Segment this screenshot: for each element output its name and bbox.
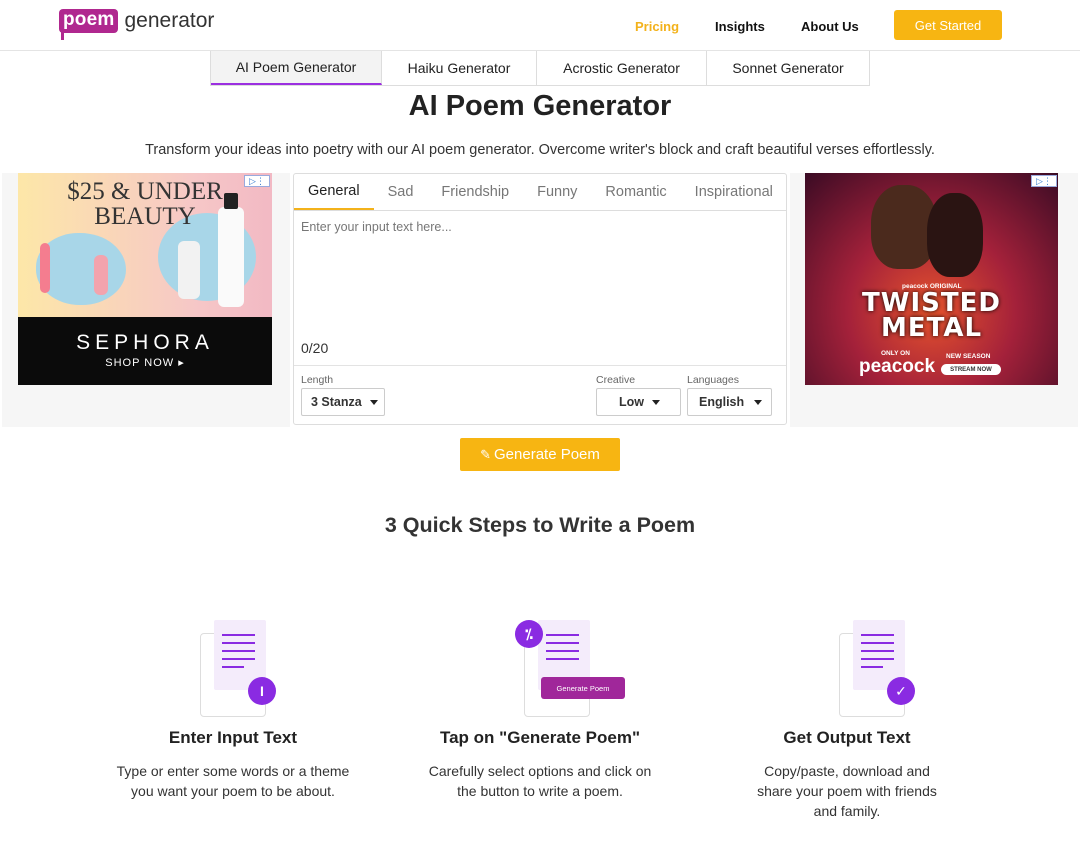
caret-down-icon <box>652 399 660 405</box>
tab-haiku-generator[interactable]: Haiku Generator <box>382 51 537 85</box>
ad-network: peacock <box>859 356 936 377</box>
tab-sonnet-generator[interactable]: Sonnet Generator <box>707 51 869 85</box>
doc-line <box>546 650 579 652</box>
logo-badge: poem <box>59 9 119 40</box>
doc-line <box>222 658 255 660</box>
generate-pill: Generate Poem <box>541 677 625 699</box>
wand-badge-icon: ⁒ <box>515 620 543 648</box>
step-title: Get Output Text <box>783 728 911 747</box>
poem-editor: General Sad Friendship Funny Romantic In… <box>293 173 787 425</box>
doc-line <box>222 634 255 636</box>
doc-line <box>222 642 255 644</box>
sephora-ad[interactable]: $25 & UNDER BEAUTY SEPHORA SHOP NOW ▸ ▷⋮ <box>18 173 272 385</box>
ad-brand-bar: SEPHORA SHOP NOW ▸ <box>18 317 272 385</box>
page-subtitle: Transform your ideas into poetry with ou… <box>145 142 935 158</box>
doc-line <box>861 666 883 668</box>
caret-down-icon <box>754 399 763 405</box>
caret-down-icon <box>369 399 378 405</box>
check-sparkle-icon: ✓ <box>787 620 915 717</box>
site-logo[interactable]: poem generator <box>59 9 215 40</box>
doc-line <box>861 650 894 652</box>
poem-input[interactable]: Enter your input text here... <box>301 220 452 234</box>
doc-line <box>222 650 255 652</box>
peacock-ad[interactable]: peacock ORIGINAL TWISTED METAL ONLY ON N… <box>805 173 1058 385</box>
doc-line <box>546 642 579 644</box>
adchoices-icon[interactable]: ▷⋮ <box>244 175 270 187</box>
ad-image: $25 & UNDER BEAUTY <box>18 173 272 317</box>
creative-value: Low <box>619 395 644 409</box>
doc-line <box>861 642 894 644</box>
get-started-button[interactable]: Get Started <box>894 10 1002 40</box>
languages-select[interactable]: English <box>687 388 772 416</box>
char-counter: 0/20 <box>301 340 329 356</box>
divider <box>294 365 786 366</box>
nav-about-us[interactable]: About Us <box>801 19 859 34</box>
doc-line <box>546 634 579 636</box>
page-title: AI Poem Generator <box>408 90 672 122</box>
cleanser-product <box>218 207 244 307</box>
ad-brand: SEPHORA <box>76 331 214 354</box>
tab-general[interactable]: General <box>294 174 374 210</box>
ad-new-season: NEW SEASON <box>946 353 991 360</box>
serum-product <box>178 241 200 299</box>
step-desc: Type or enter some words or a theme you … <box>116 763 350 799</box>
logo-text: generator <box>124 9 215 32</box>
blush-product <box>94 255 108 295</box>
actress-image <box>927 193 983 277</box>
tab-friendship[interactable]: Friendship <box>427 174 523 210</box>
doc-line <box>546 658 579 660</box>
step-desc: Carefully select options and click on th… <box>428 763 652 799</box>
step-3: ✓ Get Output Text Copy/paste, download a… <box>697 620 997 821</box>
tab-acrostic-generator[interactable]: Acrostic Generator <box>537 51 707 85</box>
creative-select[interactable]: Low <box>596 388 681 416</box>
generator-tabs: AI Poem Generator Haiku Generator Acrost… <box>210 51 870 86</box>
text-cursor-icon: I <box>173 620 293 717</box>
creative-label: Creative <box>596 374 636 386</box>
magic-wand-icon: ⁒ Generate Poem <box>480 620 625 717</box>
steps-title: 3 Quick Steps to Write a Poem <box>384 513 696 537</box>
nav-pricing[interactable]: Pricing <box>635 19 679 34</box>
length-select[interactable]: 3 Stanza <box>301 388 385 416</box>
doc-line <box>222 666 244 668</box>
nav-insights[interactable]: Insights <box>715 19 765 34</box>
ad-shop-now[interactable]: SHOP NOW ▸ <box>18 356 272 369</box>
pencil-icon: ✎ <box>480 446 491 462</box>
cursor-badge-icon: I <box>248 677 276 705</box>
length-value: 3 Stanza <box>311 395 362 409</box>
lip-gloss-product <box>40 243 50 293</box>
tab-funny[interactable]: Funny <box>523 174 591 210</box>
step-title: Tap on "Generate Poem" <box>439 728 640 747</box>
adchoices-icon[interactable]: ▷⋮ <box>1031 175 1057 187</box>
category-tabs: General Sad Friendship Funny Romantic In… <box>294 174 786 211</box>
tab-inspirational[interactable]: Inspirational <box>681 174 786 210</box>
ad-stream-now[interactable]: STREAM NOW <box>941 364 1001 375</box>
length-label: Length <box>301 374 334 386</box>
tab-sad[interactable]: Sad <box>374 174 428 210</box>
site-header: poem generator Pricing Insights About Us… <box>0 0 1080 51</box>
step-2: ⁒ Generate Poem Tap on "Generate Poem" C… <box>390 620 690 801</box>
generate-poem-button[interactable]: ✎ Generate Poem <box>460 438 620 471</box>
step-title: Enter Input Text <box>168 728 298 747</box>
tab-ai-poem-generator[interactable]: AI Poem Generator <box>211 51 382 85</box>
doc-line <box>861 634 894 636</box>
ad-title-line2: METAL <box>880 313 983 343</box>
doc-line <box>861 658 894 660</box>
pump-cap <box>224 193 238 209</box>
ad-title: TWISTED METAL <box>805 290 1058 343</box>
languages-label: Languages <box>687 374 739 386</box>
check-badge-icon: ✓ <box>887 677 915 705</box>
step-1: I Enter Input Text Type or enter some wo… <box>83 620 383 801</box>
step-desc: Copy/paste, download and share your poem… <box>757 763 937 819</box>
generate-poem-label: Generate Poem <box>494 446 600 463</box>
tab-romantic[interactable]: Romantic <box>591 174 680 210</box>
languages-value: English <box>699 395 745 409</box>
